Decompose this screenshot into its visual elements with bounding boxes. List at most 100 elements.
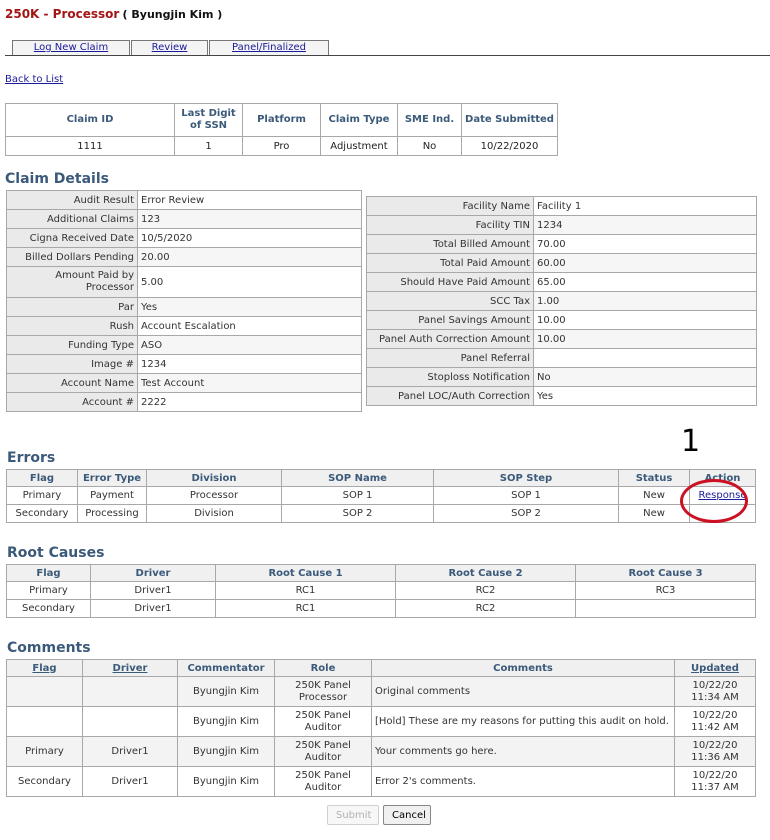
submit-button[interactable]: Submit [327,805,379,825]
cell-comment: Your comments go here. [371,736,675,767]
detail-row: Par Yes [6,297,362,317]
col-root-cause-3: Root Cause 3 [575,564,756,582]
cell-sop-name: SOP 2 [281,504,434,523]
cell-flag: Secondary [6,504,78,523]
cell-commentator: Byungjin Kim [177,736,275,767]
col-status: Status [618,469,690,487]
cell-role: 250K Panel Auditor [274,766,372,797]
detail-label: Facility Name [366,196,534,216]
cell-driver: Driver1 [90,581,216,600]
detail-row: Account Name Test Account [6,373,362,393]
table-row: Secondary Processing Division SOP 2 SOP … [6,504,756,523]
cell-root-cause-1: RC1 [215,581,396,600]
cell-updated: 10/22/20 11:36 AM [674,736,756,767]
detail-row: Image #1234 [6,354,362,374]
cell-commentator: Byungjin Kim [177,766,275,797]
errors-heading: Errors [7,450,56,466]
detail-value: Test Account [137,373,362,393]
page-title: 250K - Processor [5,7,120,21]
cell-date-submitted: 10/22/2020 [461,136,558,156]
detail-label: Total Paid Amount [366,253,534,273]
table-row: Secondary Driver1 RC1 RC2 [6,599,756,618]
col-sme-ind: SME Ind. [397,103,462,137]
detail-value: 60.00 [533,253,757,273]
sort-by-updated-link[interactable]: Updated [691,663,739,674]
detail-label: Facility TIN [366,215,534,235]
comments-heading: Comments [7,640,91,656]
detail-row: Billed Dollars Pending 20.00 [6,247,362,267]
annotation-number: 1 [681,424,701,459]
detail-label: Funding Type [6,335,138,355]
tab-log-new-claim[interactable]: Log New Claim [12,40,130,55]
cell-role: 250K Panel Auditor [274,706,372,737]
detail-value [533,348,757,368]
col-driver: Driver [90,564,216,582]
col-commentator: Commentator [177,659,275,677]
detail-label: Panel Savings Amount [366,310,534,330]
root-causes-table: Flag Driver Root Cause 1 Root Cause 2 Ro… [6,564,756,618]
detail-label: Billed Dollars Pending [6,247,138,267]
cell-driver [82,706,178,737]
cancel-button[interactable]: Cancel [383,805,431,825]
detail-label: Par [6,297,138,317]
cell-updated: 10/22/20 11:42 AM [674,706,756,737]
claim-summary-table: Claim ID Last Digit of SSN Platform Clai… [5,103,558,156]
cell-claim-type: Adjustment [320,136,398,156]
cell-driver: Driver1 [82,766,178,797]
detail-value: 65.00 [533,272,757,292]
back-to-list-link[interactable]: Back to List [5,74,63,85]
col-flag: Flag [6,469,78,487]
detail-row: Rush Account Escalation [6,316,362,336]
detail-value: 5.00 [137,266,362,298]
cell-flag: Primary [6,581,91,600]
detail-label: Image # [6,354,138,374]
cell-flag: Primary [6,486,78,505]
user-name: ( Byungjin Kim ) [122,8,223,21]
detail-row: Amount Paid by Processor 5.00 [6,266,362,298]
col-comments: Comments [371,659,675,677]
cell-root-cause-2: RC2 [395,581,576,600]
annotation-circle [680,479,748,523]
detail-row: Additional Claims 123 [6,209,362,229]
cell-division: Division [146,504,282,523]
detail-value: 10.00 [533,310,757,330]
cell-root-cause-1: RC1 [215,599,396,618]
detail-value: Yes [137,297,362,317]
col-claim-type: Claim Type [320,103,398,137]
detail-row: Facility TIN 1234 [366,215,757,235]
cell-driver: Driver1 [90,599,216,618]
tab-panel-finalized[interactable]: Panel/Finalized [209,40,329,55]
claim-details-left-table: Audit Result Error Review Additional Clai… [6,190,362,412]
cell-status: New [618,486,690,505]
detail-value: 10.00 [533,329,757,349]
detail-row: Panel Auth Correction Amount 10.00 [366,329,757,349]
table-row: Primary Payment Processor SOP 1 SOP 1 Ne… [6,486,756,505]
detail-label: Audit Result [6,190,138,210]
cell-updated: 10/22/20 11:37 AM [674,766,756,797]
detail-label: Additional Claims [6,209,138,229]
detail-row: Audit Result Error Review [6,190,362,210]
col-root-cause-1: Root Cause 1 [215,564,396,582]
tab-review[interactable]: Review [131,40,208,55]
detail-label: Panel Referral [366,348,534,368]
errors-table: Flag Error Type Division SOP Name SOP St… [6,469,756,523]
cell-error-type: Payment [77,486,147,505]
detail-row: Panel Savings Amount 10.00 [366,310,757,330]
col-division: Division [146,469,282,487]
cell-updated: 10/22/20 11:34 AM [674,676,756,707]
detail-value: 2222 [137,392,362,412]
table-row: Primary Driver1 RC1 RC2 RC3 [6,581,756,600]
col-error-type: Error Type [77,469,147,487]
tab-divider [5,55,770,56]
col-flag: Flag [6,564,91,582]
sort-by-flag-link[interactable]: Flag [32,663,56,674]
claim-details-right-table: Facility Name Facility 1 Facility TIN 1234… [366,196,757,406]
table-row: 1111 1 Pro Adjustment No 10/22/2020 [5,136,558,156]
col-root-cause-2: Root Cause 2 [395,564,576,582]
detail-value: Facility 1 [533,196,757,216]
sort-by-driver-link[interactable]: Driver [113,663,148,674]
table-row: Byungjin Kim 250K Panel Auditor [Hold] T… [6,706,756,737]
detail-value: 1234 [137,354,362,374]
col-sop-name: SOP Name [281,469,434,487]
cell-flag [6,706,83,737]
